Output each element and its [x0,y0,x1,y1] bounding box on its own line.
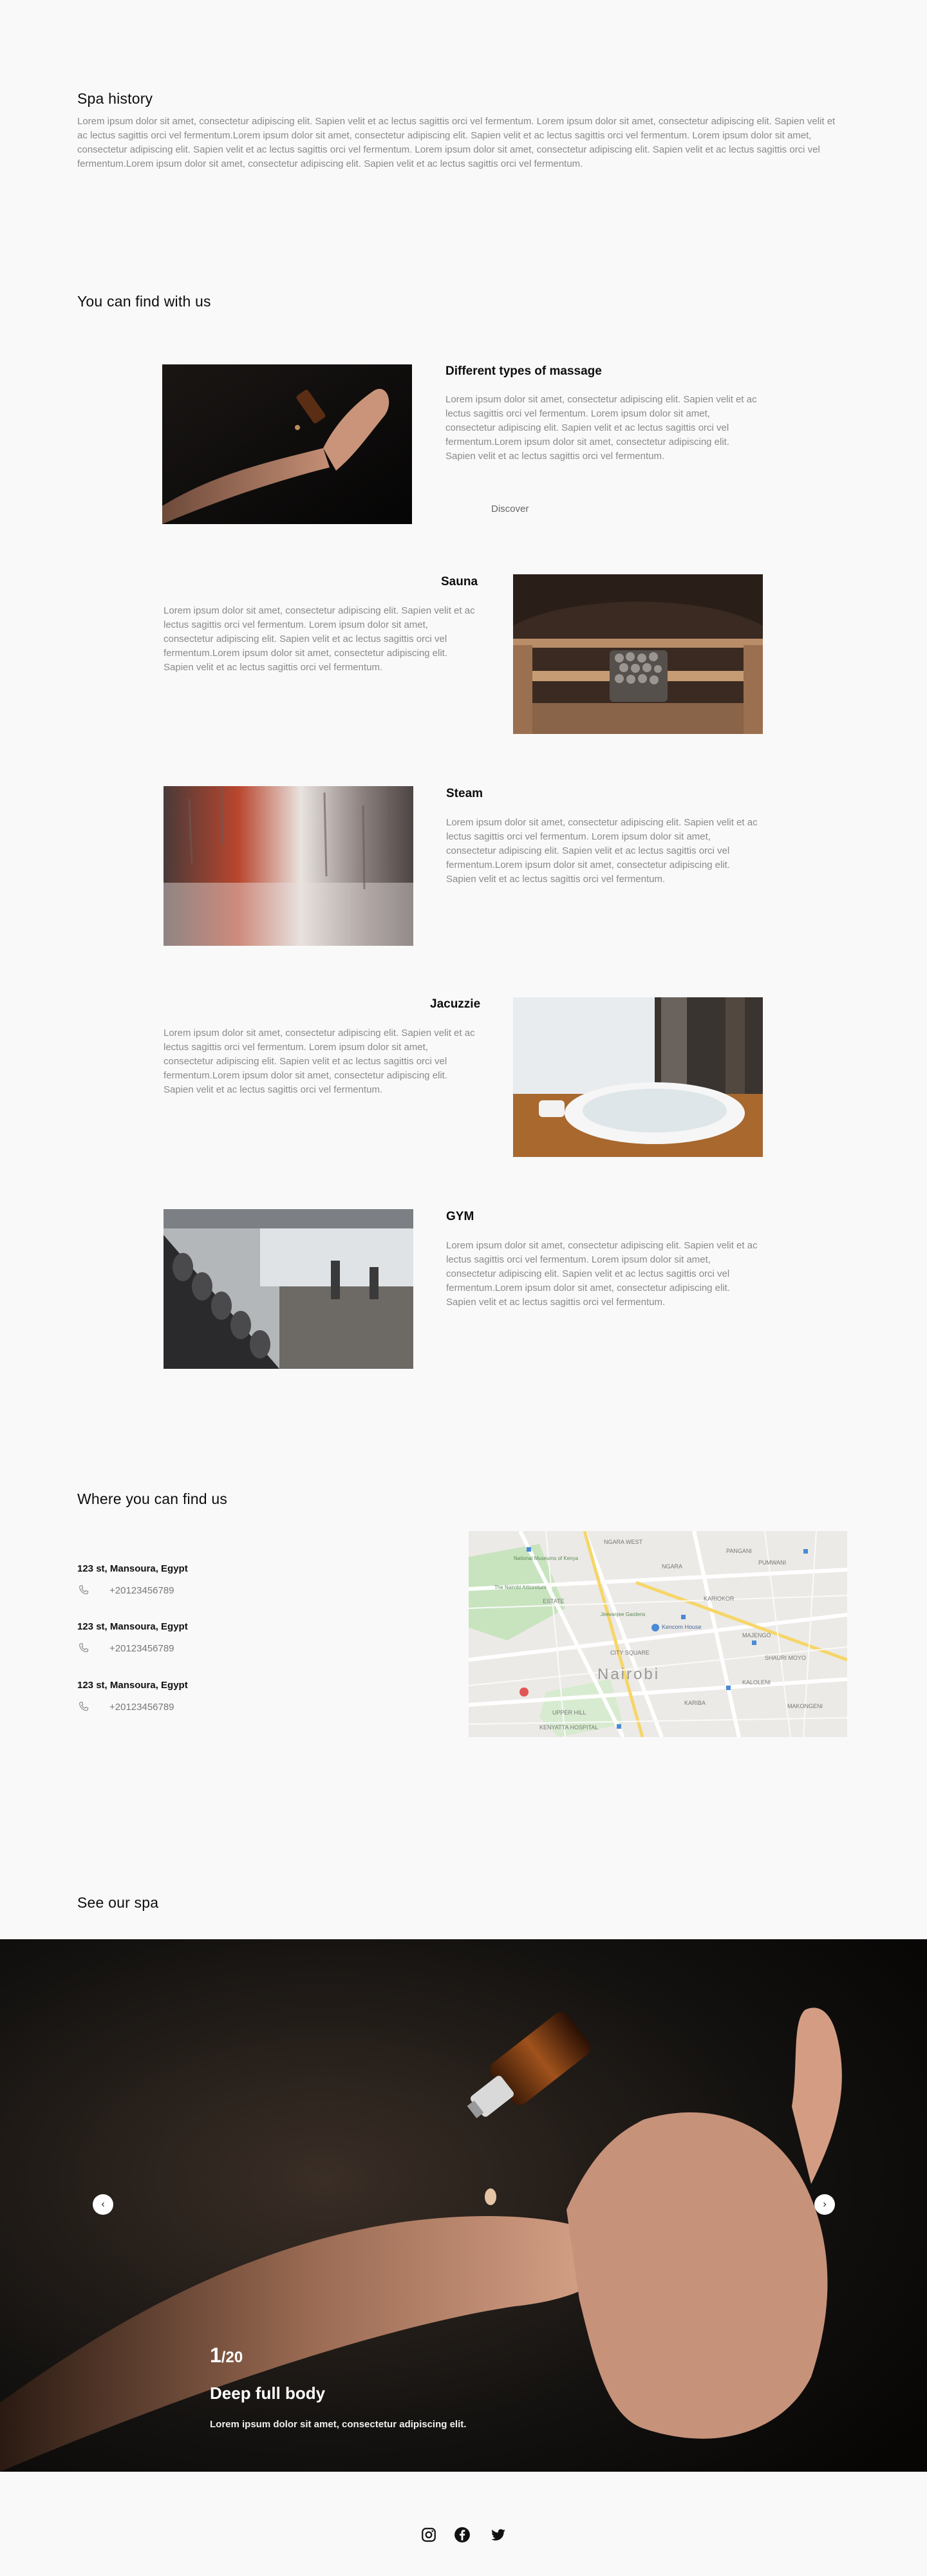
steam-image [164,786,413,946]
branch-phone-row[interactable]: +20123456789 [77,1642,174,1655]
map-city-label: Nairobi [597,1666,660,1683]
jacuzzi-image [513,997,763,1157]
map-label: KALOLENI [742,1679,771,1686]
map-label: KARIBA [684,1700,706,1706]
map-label: CITY SQUARE [610,1650,650,1656]
service-text-gym: Lorem ipsum dolor sit amet, consectetur … [446,1240,758,1308]
chevron-right-icon: › [823,2199,827,2210]
slide-total: /20 [221,2349,243,2366]
map-label: Jeevanjee Gardens [601,1612,645,1617]
phone-number[interactable]: +20123456789 [109,1702,174,1713]
sauna-image [513,574,763,734]
branch-phone-row[interactable]: +20123456789 [77,1584,174,1597]
service-title-jacuzzi: Jacuzzie [430,997,481,1011]
slide-current: 1 [210,2344,221,2367]
map-label: SHAURI MOYO [765,1655,806,1661]
twitter-icon[interactable] [490,2526,507,2543]
map-label: Kencom House [662,1624,702,1630]
map-label: MAJENGO [742,1632,771,1639]
branch-address: 123 st, Mansoura, Egypt [77,1680,188,1691]
slide-title: Deep full body [210,2383,326,2403]
service-text-massage: Lorem ipsum dolor sit amet, consectetur … [445,394,757,462]
gallery-title: See our spa [77,1894,159,1911]
next-slide-button[interactable]: › [814,2194,835,2215]
slide-description: Lorem ipsum dolor sit amet, consectetur … [210,2419,467,2430]
facebook-icon[interactable] [454,2526,471,2543]
map-label: NGARA WEST [604,1539,643,1545]
branch-address: 123 st, Mansoura, Egypt [77,1563,188,1574]
phone-icon [77,1700,90,1713]
location-title: Where you can find us [77,1490,228,1507]
slide-counter: 1/20 [210,2344,243,2367]
map-label: KENYATTA HOSPITAL [539,1724,598,1731]
history-title: Spa history [77,90,153,107]
branch-address: 123 st, Mansoura, Egypt [77,1621,188,1632]
phone-icon [77,1584,90,1597]
map-label: PUMWANI [758,1559,786,1566]
service-text-steam: Lorem ipsum dolor sit amet, consectetur … [446,817,758,885]
map-label: NGARA [662,1563,682,1570]
location-map[interactable]: NGARA WEST NGARA PANGANI PUMWANI KARIOKO… [469,1531,847,1737]
service-text-jacuzzi: Lorem ipsum dolor sit amet, consectetur … [164,1028,475,1095]
map-label: National Museums of Kenya [514,1556,579,1561]
branch-phone-row[interactable]: +20123456789 [77,1700,174,1713]
map-label: The Nairobi Arboretum [494,1584,547,1590]
service-title-massage: Different types of massage [445,364,602,378]
map-label: ESTATE [543,1598,565,1604]
map-label: MAKONGENI [787,1703,823,1709]
service-title-gym: GYM [446,1210,474,1223]
massage-image [162,364,412,524]
map-label: UPPER HILL [552,1709,586,1716]
service-text-sauna: Lorem ipsum dolor sit amet, consectetur … [164,605,475,673]
service-title-sauna: Sauna [441,575,478,588]
map-label: KARIOKOR [704,1595,735,1602]
history-text: Lorem ipsum dolor sit amet, consectetur … [77,116,836,169]
map-label: PANGANI [726,1548,752,1554]
gym-image [164,1209,413,1369]
services-title: You can find with us [77,293,211,310]
phone-number[interactable]: +20123456789 [109,1585,174,1596]
phone-number[interactable]: +20123456789 [109,1643,174,1654]
previous-slide-button[interactable]: ‹ [93,2194,113,2215]
phone-icon [77,1642,90,1655]
chevron-left-icon: ‹ [101,2199,105,2210]
service-title-steam: Steam [446,787,483,800]
discover-button[interactable]: Discover [491,503,529,514]
gallery-slide-image [0,1939,927,2472]
instagram-icon[interactable] [420,2526,437,2543]
